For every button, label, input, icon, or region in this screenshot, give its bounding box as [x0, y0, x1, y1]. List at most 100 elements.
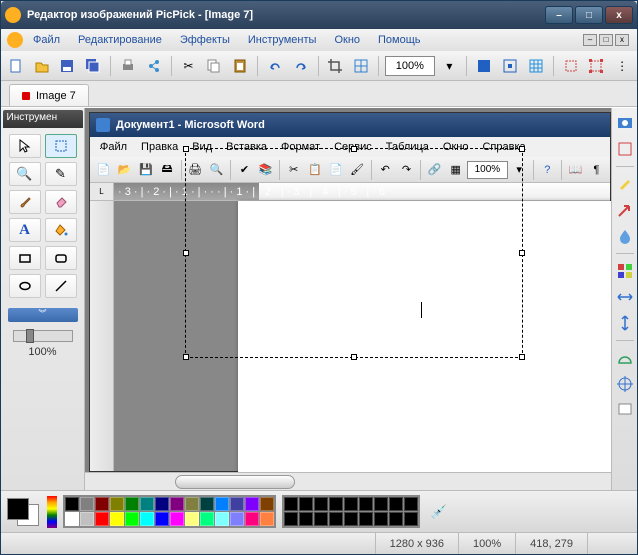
- word-menu-view[interactable]: Вид: [186, 139, 218, 155]
- zoom-dropdown-icon[interactable]: ▾: [439, 55, 461, 77]
- fit-icon[interactable]: [499, 55, 521, 77]
- custom-swatch[interactable]: [329, 512, 343, 526]
- palette-swatch[interactable]: [140, 497, 154, 511]
- protractor-icon[interactable]: [616, 349, 634, 367]
- h-scrollbar[interactable]: [85, 472, 611, 490]
- whiteboard-icon[interactable]: [616, 401, 634, 419]
- word-zoom-dropdown[interactable]: ▾: [510, 160, 529, 180]
- pointer-tool[interactable]: [9, 134, 41, 158]
- palette-swatch[interactable]: [230, 512, 244, 526]
- word-para-icon[interactable]: ¶: [587, 160, 606, 180]
- custom-swatch[interactable]: [389, 497, 403, 511]
- arrow-v-icon[interactable]: [616, 314, 634, 332]
- roundrect-tool[interactable]: [45, 246, 77, 270]
- fullscreen-icon[interactable]: [473, 55, 495, 77]
- capture-icon[interactable]: [616, 114, 634, 132]
- grid-icon[interactable]: [525, 55, 547, 77]
- current-colors[interactable]: [5, 496, 41, 528]
- word-zoom-input[interactable]: 100%: [467, 161, 507, 179]
- custom-swatch[interactable]: [284, 497, 298, 511]
- word-undo-icon[interactable]: ↶: [376, 160, 395, 180]
- custom-swatch[interactable]: [284, 512, 298, 526]
- custom-swatch[interactable]: [404, 512, 418, 526]
- word-menu-insert[interactable]: Вставка: [220, 139, 273, 155]
- word-menu-table[interactable]: Таблица: [380, 139, 435, 155]
- custom-swatch[interactable]: [299, 512, 313, 526]
- brush-tool[interactable]: [9, 190, 41, 214]
- custom-swatch[interactable]: [404, 497, 418, 511]
- word-print-icon[interactable]: 🖨: [186, 160, 205, 180]
- palette-swatch[interactable]: [110, 512, 124, 526]
- word-menu-file[interactable]: Файл: [94, 139, 133, 155]
- palette-swatch[interactable]: [155, 497, 169, 511]
- palette-swatch[interactable]: [200, 512, 214, 526]
- canvas[interactable]: Документ1 - Microsoft Word Файл Правка В…: [85, 108, 611, 472]
- ruler-vertical[interactable]: [90, 201, 114, 471]
- text-tool[interactable]: A: [9, 218, 41, 242]
- color-spectrum[interactable]: [47, 496, 57, 528]
- palette-swatch[interactable]: [110, 497, 124, 511]
- custom-swatch[interactable]: [344, 497, 358, 511]
- mdi-restore[interactable]: □: [599, 34, 613, 46]
- custom-swatch[interactable]: [359, 497, 373, 511]
- crop-icon[interactable]: [325, 55, 347, 77]
- menu-file[interactable]: Файл: [25, 31, 68, 49]
- palette-swatch[interactable]: [215, 497, 229, 511]
- palette-swatch[interactable]: [170, 512, 184, 526]
- palette-swatch[interactable]: [140, 512, 154, 526]
- select-tool-icon[interactable]: [560, 55, 582, 77]
- custom-palette[interactable]: [282, 495, 420, 528]
- word-brush-icon[interactable]: 🖌: [348, 160, 367, 180]
- palette-swatch[interactable]: [185, 497, 199, 511]
- save-icon[interactable]: [57, 55, 79, 77]
- palette-swatch[interactable]: [200, 497, 214, 511]
- word-paste-icon[interactable]: 📄: [326, 160, 345, 180]
- palette-swatch[interactable]: [245, 512, 259, 526]
- close-button[interactable]: x: [605, 6, 633, 24]
- custom-swatch[interactable]: [344, 512, 358, 526]
- custom-swatch[interactable]: [374, 497, 388, 511]
- custom-swatch[interactable]: [359, 512, 373, 526]
- word-table-icon[interactable]: ▦: [446, 160, 465, 180]
- word-menu-service[interactable]: Сервис: [328, 139, 378, 155]
- palette-swatch[interactable]: [260, 497, 274, 511]
- palette-swatch[interactable]: [65, 497, 79, 511]
- custom-swatch[interactable]: [314, 512, 328, 526]
- color-palette[interactable]: [63, 495, 276, 528]
- word-menu-edit[interactable]: Правка: [135, 139, 184, 155]
- ruler-horizontal[interactable]: · 3 · | · 2 · | · 1 · | · · · | · 1 · | …: [114, 183, 610, 200]
- expand-tools[interactable]: ︾: [8, 308, 78, 322]
- word-research-icon[interactable]: 📚: [256, 160, 275, 180]
- palette-swatch[interactable]: [215, 512, 229, 526]
- saveall-icon[interactable]: [82, 55, 104, 77]
- arrow-h-icon[interactable]: [616, 288, 634, 306]
- zoom-input[interactable]: 100%: [385, 56, 434, 76]
- word-link-icon[interactable]: 🔗: [425, 160, 444, 180]
- document-tab[interactable]: Image 7: [9, 84, 89, 106]
- word-redo-icon[interactable]: ↷: [397, 160, 416, 180]
- menu-tools[interactable]: Инструменты: [240, 31, 325, 49]
- eraser-tool[interactable]: [45, 190, 77, 214]
- opacity-slider[interactable]: [13, 330, 73, 342]
- color-picker-icon[interactable]: [616, 262, 634, 280]
- custom-swatch[interactable]: [299, 497, 313, 511]
- mdi-minimize[interactable]: –: [583, 34, 597, 46]
- menu-help[interactable]: Помощь: [370, 31, 429, 49]
- options-icon[interactable]: ⋮: [611, 55, 633, 77]
- paste-icon[interactable]: [229, 55, 251, 77]
- word-open-icon[interactable]: 📂: [115, 160, 134, 180]
- ellipse-tool[interactable]: [9, 274, 41, 298]
- custom-swatch[interactable]: [314, 497, 328, 511]
- word-cut-icon[interactable]: ✂: [284, 160, 303, 180]
- blur-icon[interactable]: [616, 227, 634, 245]
- palette-swatch[interactable]: [95, 512, 109, 526]
- line-tool[interactable]: [45, 274, 77, 298]
- share-icon[interactable]: [143, 55, 165, 77]
- region-icon[interactable]: [616, 140, 634, 158]
- new-icon[interactable]: [5, 55, 27, 77]
- palette-swatch[interactable]: [155, 512, 169, 526]
- word-read-icon[interactable]: 📖: [566, 160, 585, 180]
- cut-icon[interactable]: ✂: [178, 55, 200, 77]
- mdi-close[interactable]: x: [615, 34, 629, 46]
- word-menu-help[interactable]: Справка: [476, 139, 531, 155]
